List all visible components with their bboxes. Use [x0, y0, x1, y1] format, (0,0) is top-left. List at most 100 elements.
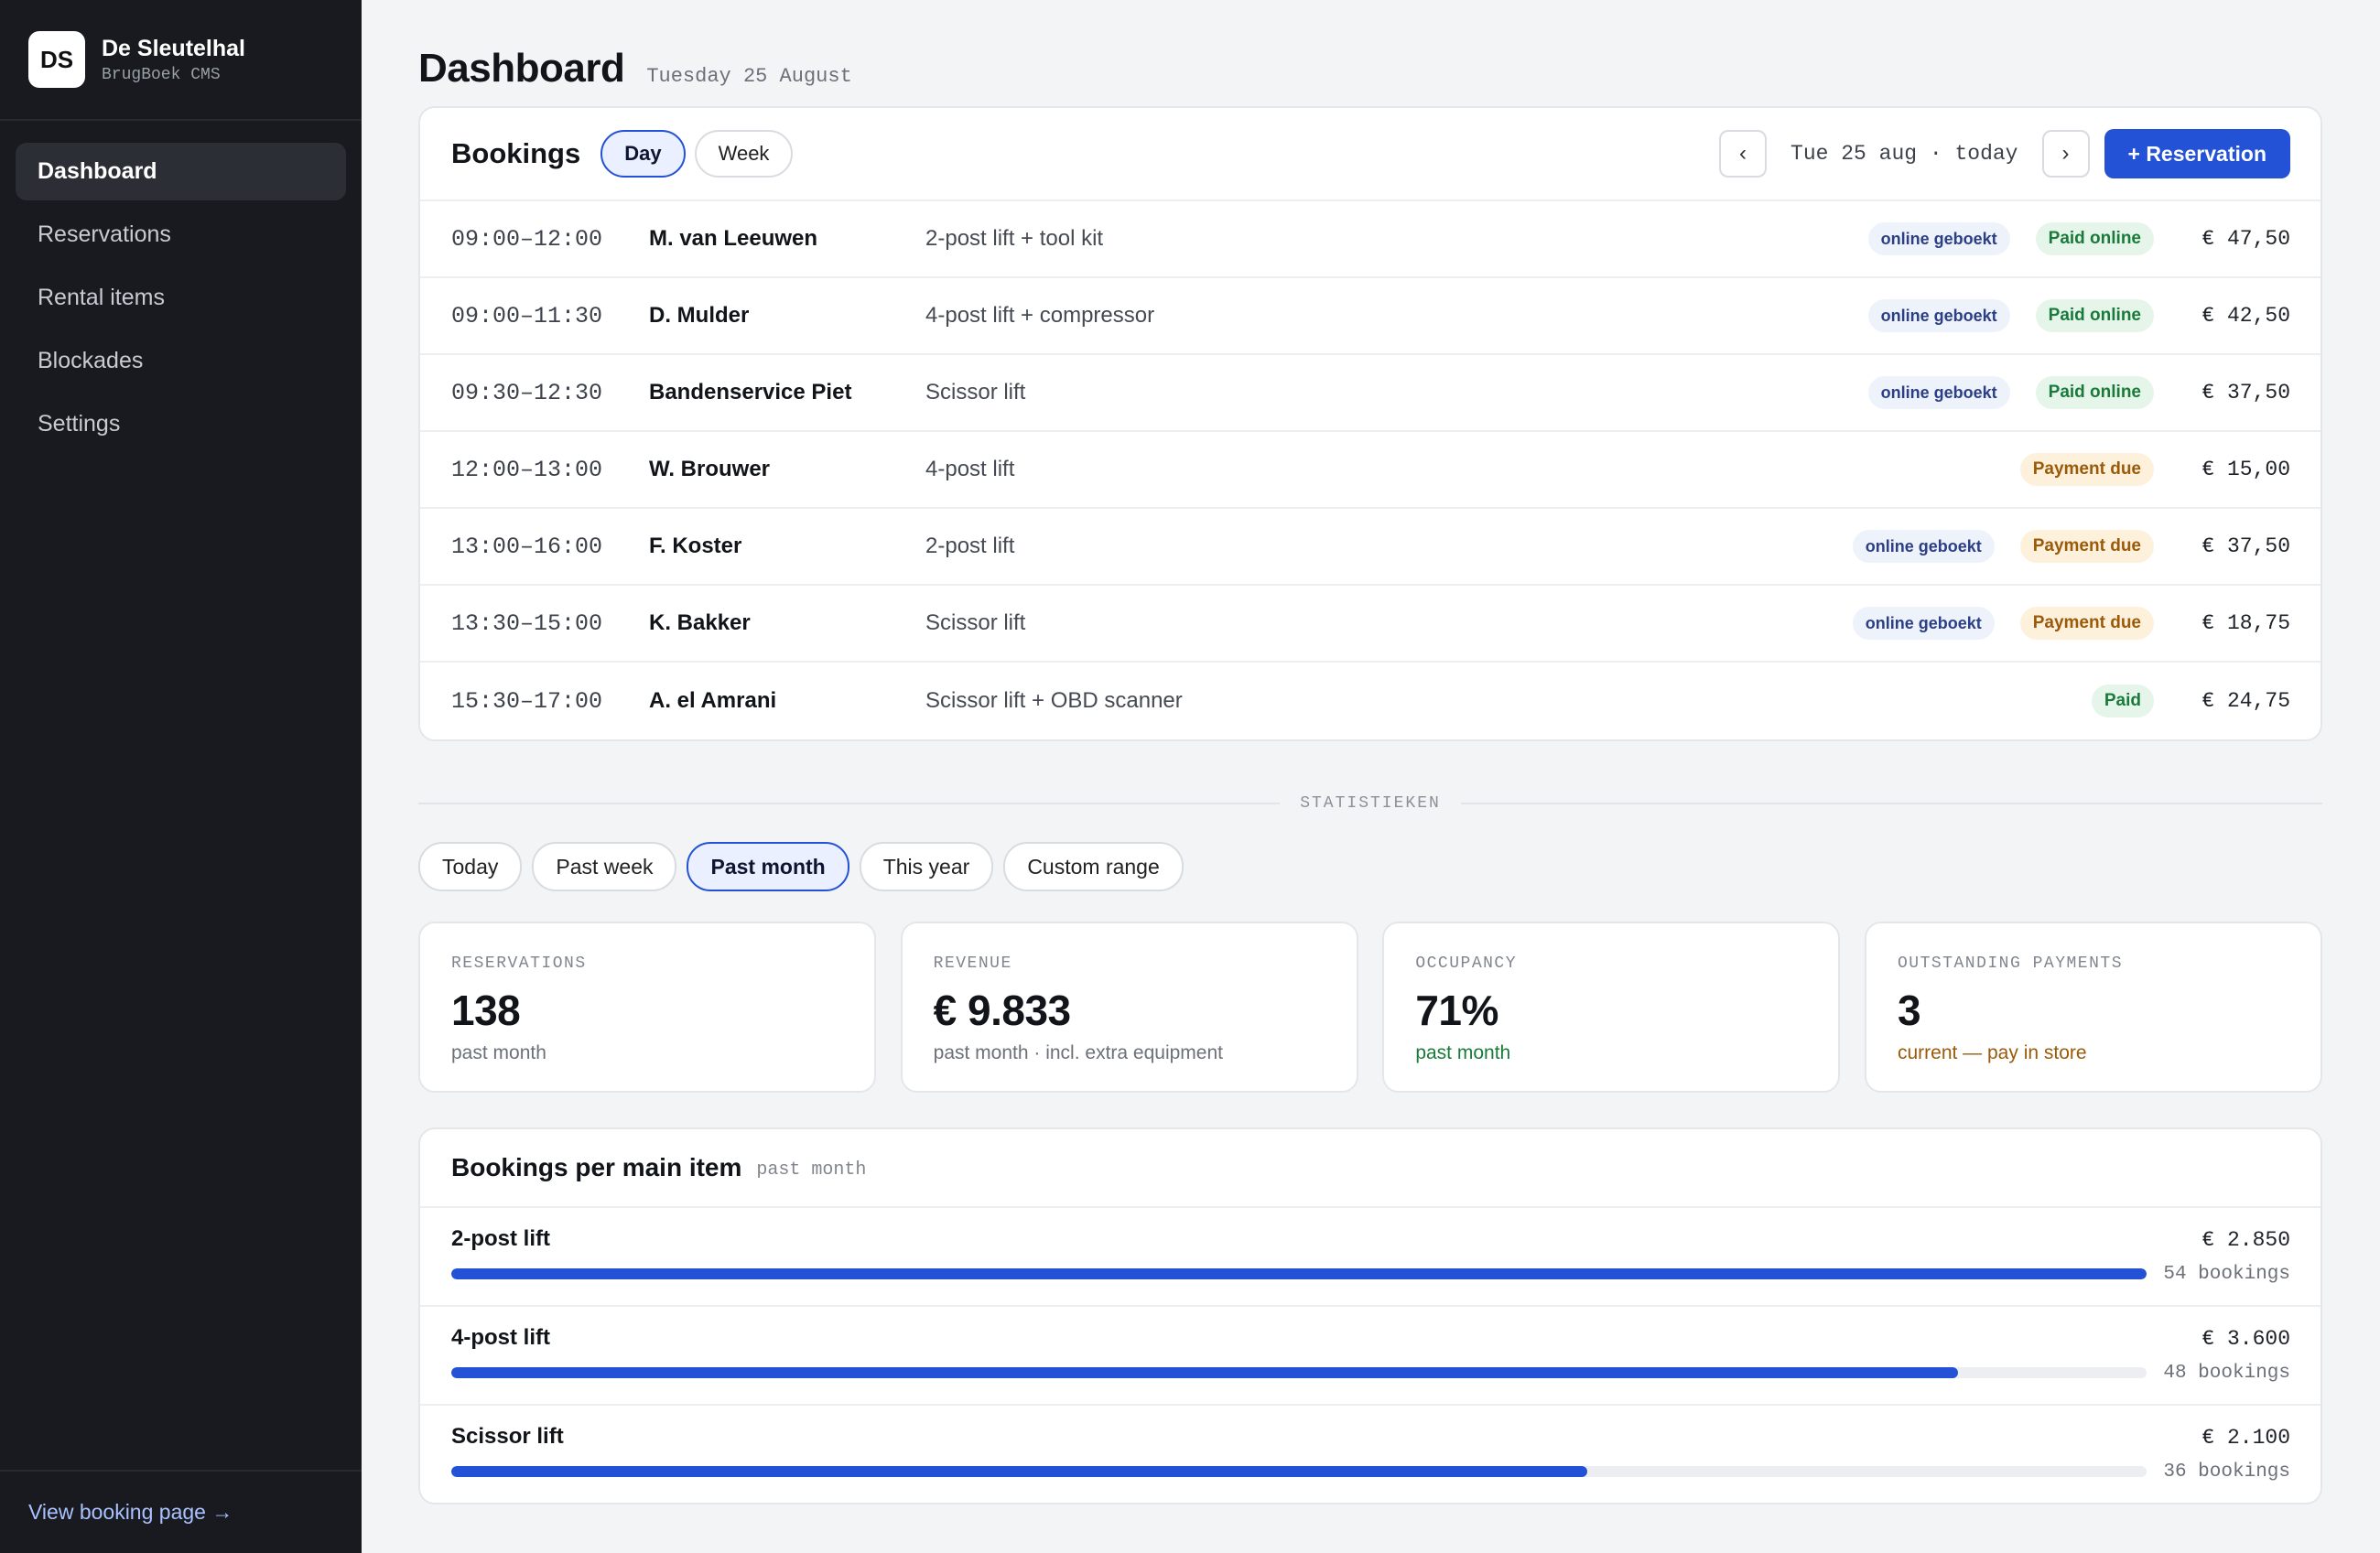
booking-row[interactable]: 09:30–12:30 Bandenservice Piet Scissor lif… [420, 355, 2320, 432]
booking-customer: D. Mulder [649, 303, 750, 328]
booking-customer: F. Koster [649, 534, 742, 558]
booking-time: 12:00–13:00 [451, 456, 603, 483]
booking-item: Scissor lift [925, 610, 1026, 635]
booking-row[interactable]: 09:00–11:30 D. Mulder 4-post lift + compre… [420, 278, 2320, 355]
booking-badges: online geboekt Payment due [1827, 607, 2154, 640]
sidebar-item-dashboard[interactable]: Dashboard [16, 143, 346, 200]
chevron-right-icon: › [2061, 141, 2070, 166]
item-stat-name: 2-post lift [451, 1226, 550, 1251]
booking-time: 09:00–12:00 [451, 225, 603, 253]
range-past-month-button[interactable]: Past month [687, 842, 849, 891]
booking-item: 2-post lift + tool kit [925, 226, 1104, 251]
item-stat-bar-fill [451, 1466, 1587, 1477]
page-title: Dashboard [418, 46, 625, 91]
payment-status-badge: Paid online [2035, 222, 2154, 255]
booking-customer: Bandenservice Piet [649, 380, 852, 404]
booking-amount: € 42,50 [2202, 304, 2290, 328]
kpi-subtitle: current — pay in store [1897, 1042, 2087, 1063]
item-stat-row: 4-post lift € 3.600 48 bookings [420, 1307, 2320, 1406]
booking-row[interactable]: 13:30–15:00 K. Bakker Scissor lift online g… [420, 586, 2320, 663]
bookings-per-item-card: Bookings per main item past month 2-post… [418, 1127, 2322, 1504]
booking-badges: Paid [2066, 685, 2154, 717]
bookings-per-item-header: Bookings per main item past month [420, 1129, 2320, 1208]
range-custom-range-button[interactable]: Custom range [1003, 842, 1184, 891]
item-stat-count: 36 bookings [2163, 1461, 2290, 1483]
item-stat-revenue: € 2.850 [2202, 1228, 2290, 1252]
range-today-button[interactable]: Today [418, 842, 523, 891]
add-reservation-button[interactable]: + Reservation [2104, 129, 2290, 178]
range-past-week-button[interactable]: Past week [532, 842, 677, 891]
kpi-label: OCCUPANCY [1415, 954, 1518, 973]
kpi-card: REVENUE € 9.833 past month · incl. extra e… [900, 922, 1358, 1093]
chevron-left-icon: ‹ [1739, 141, 1747, 166]
previous-day-button[interactable]: ‹ [1719, 130, 1768, 178]
sidebar-item-reservations[interactable]: Reservations [16, 206, 346, 264]
payment-status-badge: Payment due [2019, 530, 2154, 563]
page-header: Dashboard Tuesday 25 August [418, 46, 2322, 93]
booking-row[interactable]: 12:00–13:00 W. Brouwer 4-post lift Payment … [420, 432, 2320, 509]
sidebar-item-blockades[interactable]: Blockades [16, 332, 346, 390]
booking-badges: online geboekt Paid online [1843, 222, 2154, 255]
booking-item: Scissor lift + OBD scanner [925, 688, 1183, 713]
payment-status-badge: Paid [2091, 685, 2154, 717]
next-day-button[interactable]: › [2041, 130, 2090, 178]
sidebar-item-rental-items[interactable]: Rental items [16, 269, 346, 327]
booking-row[interactable]: 13:00–16:00 F. Koster 2-post lift online ge… [420, 509, 2320, 586]
booking-customer: M. van Leeuwen [649, 226, 818, 251]
booking-customer: K. Bakker [649, 610, 751, 635]
bookings-per-item-title: Bookings per main item [451, 1153, 742, 1181]
booking-amount: € 15,00 [2202, 458, 2290, 481]
booking-amount: € 47,50 [2202, 227, 2290, 251]
online-booked-badge: online geboekt [1867, 299, 2010, 332]
range-filter: Today Past week Past month This year Custom … [418, 842, 2322, 891]
kpi-label: OUTSTANDING PAYMENTS [1897, 954, 2124, 973]
bookings-per-item-subtitle: past month [756, 1159, 867, 1181]
booking-badges: Payment due [1995, 453, 2154, 486]
kpi-row: RESERVATIONS 138 past month REVENUE € 9.833 p… [418, 922, 2322, 1093]
item-stat-revenue: € 3.600 [2202, 1327, 2290, 1351]
booking-time: 13:00–16:00 [451, 533, 603, 560]
item-stat-bar-track [451, 1367, 2147, 1378]
online-booked-badge: online geboekt [1867, 222, 2010, 255]
item-stat-bar-fill [451, 1268, 2147, 1279]
booking-item: 2-post lift [925, 534, 1015, 558]
item-stat-count: 48 bookings [2163, 1363, 2290, 1384]
kpi-subtitle: past month [451, 1042, 546, 1063]
item-stat-name: Scissor lift [451, 1424, 564, 1449]
view-tab-day[interactable]: Day [600, 130, 686, 178]
booking-amount: € 37,50 [2202, 534, 2290, 558]
kpi-subtitle: past month [1415, 1042, 1511, 1063]
booking-customer: W. Brouwer [649, 457, 771, 481]
item-stat-row: 2-post lift € 2.850 54 bookings [420, 1208, 2320, 1307]
brand-logo: DS [28, 31, 85, 88]
booking-time: 09:30–12:30 [451, 379, 603, 406]
booking-row[interactable]: 09:00–12:00 M. van Leeuwen 2-post lift + t… [420, 201, 2320, 278]
brand-text: De Sleutelhal BrugBoek CMS [102, 36, 245, 84]
view-tab-week[interactable]: Week [694, 130, 794, 178]
online-booked-badge: online geboekt [1852, 530, 1995, 563]
range-this-year-button[interactable]: This year [859, 842, 994, 891]
kpi-value: 71% [1415, 987, 1498, 1034]
view-booking-page-link[interactable]: View booking page → [0, 1470, 362, 1553]
booking-time: 09:00–11:30 [451, 302, 603, 329]
kpi-label: RESERVATIONS [451, 954, 587, 973]
kpi-subtitle: past month · incl. extra equipment [933, 1042, 1223, 1063]
sidebar-item-settings[interactable]: Settings [16, 395, 346, 453]
booking-badges: online geboekt Paid online [1843, 376, 2154, 409]
current-date-label: Tue 25 aug · today [1790, 142, 2018, 166]
bookings-header: Bookings Day Week ‹ Tue 25 aug · today ›… [420, 108, 2320, 201]
booking-badges: online geboekt Paid online [1843, 299, 2154, 332]
payment-status-badge: Payment due [2019, 607, 2154, 640]
booking-item: Scissor lift [925, 380, 1026, 404]
kpi-card: RESERVATIONS 138 past month [418, 922, 876, 1093]
booking-badges: online geboekt Payment due [1827, 530, 2154, 563]
item-stat-bar-track [451, 1466, 2147, 1477]
kpi-label: REVENUE [933, 954, 1012, 973]
main-content: Dashboard Tuesday 25 August Bookings Day… [418, 0, 2322, 1504]
booking-row[interactable]: 15:30–17:00 A. el Amrani Scissor lift + OB… [420, 663, 2320, 739]
kpi-card: OCCUPANCY 71% past month [1382, 922, 1841, 1093]
item-stat-name: 4-post lift [451, 1325, 550, 1350]
kpi-value: 138 [451, 987, 521, 1034]
item-stat-bar-fill [451, 1367, 1959, 1378]
kpi-card: OUTSTANDING PAYMENTS 3 current — pay in st… [1864, 922, 2322, 1093]
